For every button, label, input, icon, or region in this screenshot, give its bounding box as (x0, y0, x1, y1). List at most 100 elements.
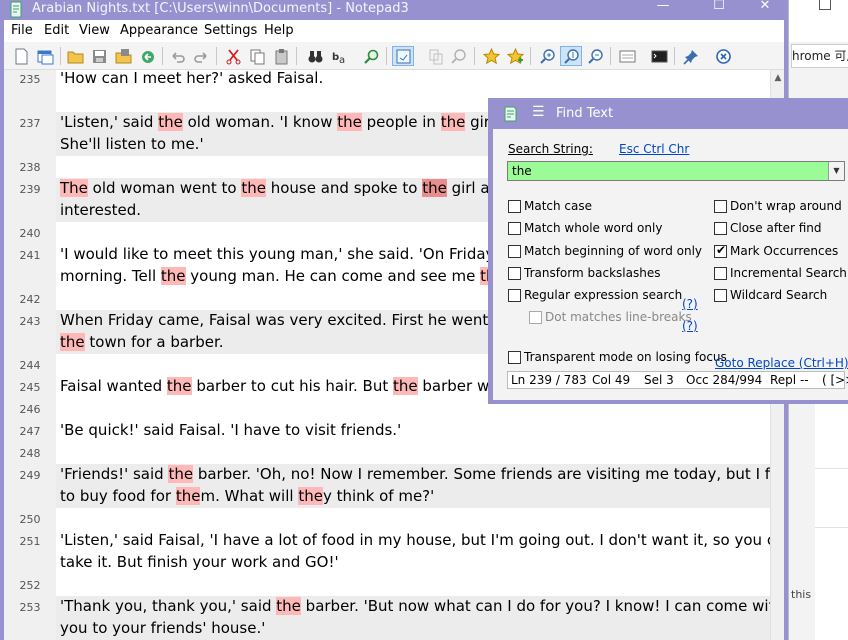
menu-view[interactable]: View (79, 23, 110, 38)
find-in-file-icon[interactable] (360, 46, 382, 66)
redo-icon[interactable] (190, 46, 212, 66)
copy-icon[interactable] (246, 46, 268, 66)
checkbox[interactable] (508, 289, 521, 302)
line-number: 251 (19, 535, 41, 548)
new-file-icon[interactable] (10, 46, 32, 66)
add-favorite-icon[interactable] (504, 46, 526, 66)
text-segment: She'll listen to me.' (60, 135, 204, 153)
option-label[interactable]: Close after find (730, 221, 822, 235)
checkbox[interactable] (508, 245, 521, 258)
checkbox[interactable] (714, 222, 727, 235)
option-label[interactable]: Don't wrap around (730, 199, 842, 213)
current-match-highlight: the (422, 179, 447, 197)
line-text: 'How can I meet her?' asked Faisal. (60, 70, 770, 87)
line-number: 237 (19, 117, 41, 130)
replace-icon[interactable]: ba (328, 46, 350, 66)
text-segment: house and spoke to (265, 179, 423, 197)
save-as-icon[interactable] (112, 46, 134, 66)
background-maximize-icon[interactable] (819, 0, 831, 10)
match-highlight: the (158, 113, 183, 131)
open-folder-icon[interactable] (64, 46, 86, 66)
menu-file[interactable]: File (11, 23, 33, 38)
text-line[interactable]: 249 'Friends!' said the barber. 'Oh, no! … (4, 464, 770, 508)
cut-icon[interactable] (222, 46, 244, 66)
checkbox[interactable] (714, 289, 727, 302)
close-document-icon[interactable] (712, 46, 734, 66)
text-segment: 'Listen,' said Faisal, 'I have a lot of … (60, 531, 770, 549)
checkbox[interactable] (508, 200, 521, 213)
option-label[interactable]: Transform backslashes (524, 266, 660, 280)
search-string-input[interactable]: the ▼ (507, 161, 845, 181)
text-line[interactable]: 235 'How can I meet her?' asked Faisal. (4, 70, 770, 90)
notepad3-app-icon (504, 106, 517, 122)
menu-icon[interactable]: ☰ (532, 104, 545, 120)
text-segment: y think of me?' (322, 487, 435, 505)
transparent-mode-checkbox[interactable] (508, 351, 521, 364)
zoom-in-icon[interactable] (536, 46, 558, 66)
match-highlight: the (160, 267, 186, 285)
goto-replace-link[interactable]: Goto Replace (Ctrl+H) (715, 356, 848, 370)
match-highlight: the (60, 333, 85, 351)
save-icon[interactable] (88, 46, 110, 66)
match-highlight: the (276, 597, 301, 615)
option-label[interactable]: Incremental Search (730, 266, 847, 280)
esc-ctrl-chr-link[interactable]: Esc Ctrl Chr (619, 142, 689, 156)
text-line[interactable]: 247 'Be quick!' said Faisal. 'I have to v… (4, 420, 770, 442)
svg-text:a: a (339, 55, 345, 65)
text-segment: barber. 'Oh, no! Now I remember. Some fr… (193, 465, 770, 483)
zoom-disabled-icon[interactable] (448, 46, 470, 66)
option-label[interactable]: Mark Occurrences (730, 244, 838, 258)
checkbox[interactable] (714, 200, 727, 213)
zoom-reset-icon[interactable] (560, 46, 582, 66)
checkbox[interactable] (508, 222, 521, 235)
copy-disabled-icon[interactable] (424, 46, 446, 66)
blank-line[interactable]: 248 (4, 442, 770, 464)
toolbar-separator (610, 47, 611, 65)
checkbox[interactable] (529, 311, 542, 324)
maximize-button[interactable]: ☐ (696, 0, 742, 16)
option-label[interactable]: Match case (524, 199, 592, 213)
favorite-star-icon[interactable] (480, 46, 502, 66)
find-binoculars-icon[interactable] (304, 46, 326, 66)
text-line[interactable]: 253 'Thank you, thank you,' said the barb… (4, 596, 770, 640)
checkbox[interactable] (508, 267, 521, 280)
window-title: Arabian Nights.txt [C:\Users\winn\Docume… (32, 1, 409, 16)
scroll-up-icon[interactable]: ▲ (771, 70, 785, 86)
blank-line[interactable]: 252 (4, 574, 770, 596)
new-window-icon[interactable] (34, 46, 56, 66)
blank-line[interactable]: 250 (4, 508, 770, 530)
option-label[interactable]: Dot matches line-breaks (545, 310, 692, 324)
line-text: 'Friends!' said the barber. 'Oh, no! Now… (60, 465, 770, 483)
text-segment: to buy food for (60, 487, 176, 505)
close-window-button[interactable]: ✕ (742, 0, 788, 16)
status-extra: ( [>> (822, 373, 848, 387)
pin-icon[interactable] (680, 46, 702, 66)
option-label[interactable]: Wildcard Search (730, 288, 827, 302)
toolbar-separator (386, 47, 387, 65)
line-number: 249 (19, 469, 41, 482)
line-text: 'Be quick!' said Faisal. 'I have to visi… (60, 421, 770, 439)
zoom-out-icon[interactable] (584, 46, 606, 66)
window-settings-icon[interactable] (616, 46, 638, 66)
menu-settings[interactable]: Settings (204, 23, 257, 38)
menu-appearance[interactable]: Appearance (120, 23, 198, 38)
menu-help[interactable]: Help (264, 23, 294, 38)
paste-icon[interactable] (270, 46, 292, 66)
checkbox[interactable]: ✔ (714, 243, 727, 258)
minimize-button[interactable]: — (640, 0, 686, 16)
option-label[interactable]: Regular expression search (524, 288, 682, 302)
revert-icon[interactable] (136, 46, 158, 66)
command-prompt-icon[interactable] (648, 46, 670, 66)
undo-icon[interactable] (166, 46, 188, 66)
text-line[interactable]: 251 'Listen,' said Faisal, 'I have a lot … (4, 530, 771, 574)
checkbox[interactable] (714, 267, 727, 280)
chevron-down-icon[interactable]: ▼ (828, 162, 844, 180)
help-link-backslashes[interactable]: (?) (682, 297, 698, 311)
transparent-mode-icon[interactable] (392, 46, 414, 66)
transparent-mode-label[interactable]: Transparent mode on losing focus (524, 350, 727, 364)
help-link-regex[interactable]: (?) (682, 319, 698, 333)
option-label[interactable]: Match beginning of word only (524, 244, 702, 258)
menu-edit[interactable]: Edit (44, 23, 69, 38)
background-browser-tab[interactable]: hrome 可用 (791, 44, 848, 68)
option-label[interactable]: Match whole word only (524, 221, 662, 235)
